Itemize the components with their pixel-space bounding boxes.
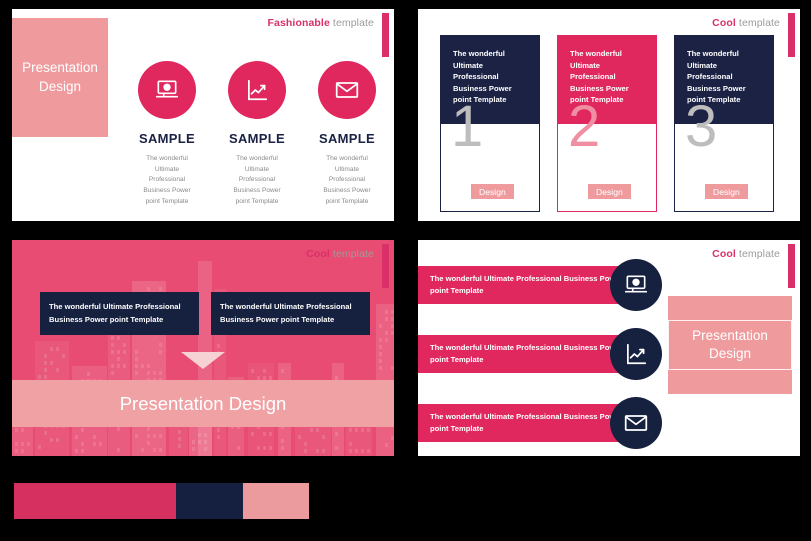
feature-bar: The wonderful Ultimate Professional Busi…	[418, 404, 624, 442]
presentation-design-banner: Presentation Design	[12, 380, 394, 427]
icon-circle	[318, 61, 376, 119]
card-number: 2	[568, 94, 601, 159]
sample-columns: SAMPLE The wonderful Ultimate Profession…	[122, 61, 392, 207]
icon-circle	[610, 328, 662, 380]
slide-1[interactable]: Fashionable template Presentation Design…	[12, 9, 394, 221]
panel-inner-border: Presentation Design	[668, 319, 792, 371]
laptop-globe-icon	[624, 275, 648, 293]
feature-text: The wonderful Ultimate Professional Busi…	[430, 342, 623, 364]
swatch-salmon[interactable]	[243, 483, 309, 519]
feature-row[interactable]: The wonderful Ultimate Professional Busi…	[418, 397, 662, 449]
numbered-card[interactable]: The wonderful Ultimate Professional Busi…	[674, 35, 774, 212]
sample-title: SAMPLE	[319, 131, 375, 146]
badge-light: template	[738, 17, 780, 29]
panel-title: Presentation Design	[692, 327, 768, 361]
numbered-card[interactable]: The wonderful Ultimate Professional Busi…	[440, 35, 540, 212]
accent-bar	[382, 13, 389, 57]
sample-title: SAMPLE	[229, 131, 285, 146]
text-box[interactable]: The wonderful Ultimate Professional Busi…	[40, 292, 199, 336]
presentation-design-panel: Presentation Design	[12, 18, 108, 137]
accent-bar	[788, 13, 795, 57]
slide-3-badge: Cool template	[306, 248, 374, 260]
presentation-design-panel: Presentation Design	[668, 296, 792, 394]
swatch-pink[interactable]	[14, 483, 176, 519]
design-button[interactable]: Design	[705, 184, 748, 199]
numbered-cards: The wonderful Ultimate Professional Busi…	[440, 35, 774, 212]
slide-1-badge: Fashionable template	[268, 17, 374, 29]
feature-row[interactable]: The wonderful Ultimate Professional Busi…	[418, 328, 662, 380]
badge-bold: Cool	[712, 248, 736, 260]
card-number: 1	[451, 94, 484, 159]
sample-desc: The wonderful Ultimate Professional Busi…	[143, 155, 191, 205]
card-number: 3	[685, 94, 718, 159]
badge-light: template	[332, 17, 374, 29]
numbered-card[interactable]: The wonderful Ultimate Professional Busi…	[557, 35, 657, 212]
badge-bold: Cool	[306, 248, 330, 260]
badge-light: template	[738, 248, 780, 260]
slide-4-badge: Cool template	[712, 248, 780, 260]
sample-desc: The wonderful Ultimate Professional Busi…	[323, 155, 371, 205]
box-text: The wonderful Ultimate Professional Busi…	[220, 302, 352, 324]
line-chart-icon	[248, 79, 268, 101]
slide-2[interactable]: Cool template The wonderful Ultimate Pro…	[418, 9, 800, 221]
accent-bar	[788, 244, 795, 288]
text-box[interactable]: The wonderful Ultimate Professional Busi…	[211, 292, 370, 336]
slide-2-badge: Cool template	[712, 17, 780, 29]
icon-circle	[138, 61, 196, 119]
banner-title: Presentation Design	[119, 392, 287, 414]
accent-bar	[382, 244, 389, 288]
envelope-icon	[335, 82, 359, 98]
icon-circle	[610, 397, 662, 449]
envelope-icon	[624, 415, 648, 431]
design-button[interactable]: Design	[588, 184, 631, 199]
badge-light: template	[332, 248, 374, 260]
slide-4[interactable]: Cool template The wonderful Ultimate Pro…	[418, 240, 800, 456]
sample-desc: The wonderful Ultimate Professional Busi…	[233, 155, 281, 205]
color-palette	[14, 483, 309, 519]
icon-circle	[610, 259, 662, 311]
sample-column[interactable]: SAMPLE The wonderful Ultimate Profession…	[122, 61, 212, 207]
feature-row[interactable]: The wonderful Ultimate Professional Busi…	[418, 259, 662, 311]
feature-text: The wonderful Ultimate Professional Busi…	[430, 411, 623, 433]
box-text: The wonderful Ultimate Professional Busi…	[49, 302, 181, 324]
swatch-navy[interactable]	[176, 483, 243, 519]
down-arrow-icon	[181, 352, 225, 369]
panel-title: Presentation Design	[22, 60, 98, 94]
slide-3[interactable]: Cool template The wonderful Ultimate Pro…	[12, 240, 394, 456]
design-button[interactable]: Design	[471, 184, 514, 199]
badge-bold: Fashionable	[267, 17, 330, 29]
laptop-globe-icon	[155, 80, 179, 98]
feature-text: The wonderful Ultimate Professional Busi…	[430, 273, 623, 295]
sample-column[interactable]: SAMPLE The wonderful Ultimate Profession…	[302, 61, 392, 207]
text-boxes: The wonderful Ultimate Professional Busi…	[40, 292, 370, 336]
line-chart-icon	[627, 343, 647, 365]
icon-circle	[228, 61, 286, 119]
sample-title: SAMPLE	[139, 131, 195, 146]
feature-bar: The wonderful Ultimate Professional Busi…	[418, 266, 624, 304]
slide-gallery: Fashionable template Presentation Design…	[0, 0, 811, 541]
badge-bold: Cool	[712, 17, 736, 29]
sample-column[interactable]: SAMPLE The wonderful Ultimate Profession…	[212, 61, 302, 207]
feature-bar: The wonderful Ultimate Professional Busi…	[418, 335, 624, 373]
